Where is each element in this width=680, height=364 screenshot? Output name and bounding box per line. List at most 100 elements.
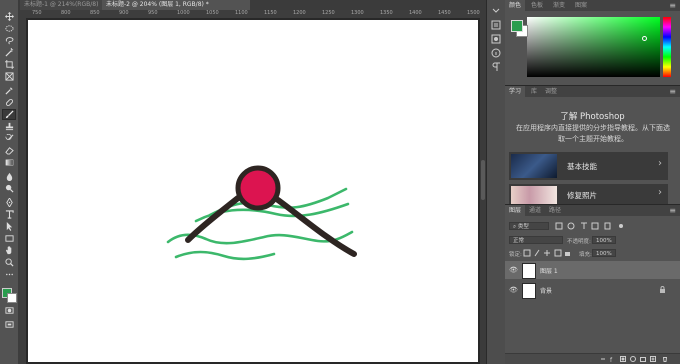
document-tab-label: 未标题-1 @ 214%(RGB/8) [24,1,99,8]
brush-tool-icon[interactable] [2,109,16,120]
tab-libraries[interactable]: 库 [527,86,541,97]
learn-description: 在应用程序内直接提供的分步指导教程。从下面选取一个主题开始教程。 [516,124,670,143]
ruler-tick-label: 1400 [409,10,422,16]
hand-tool-icon[interactable] [3,246,15,255]
new-layer-icon[interactable] [650,356,656,362]
blur-tool-icon[interactable] [3,172,15,181]
healing-brush-tool-icon[interactable] [3,98,15,107]
ruler-tick-label: 800 [61,10,71,16]
tab-channels[interactable]: 通道 [525,205,545,216]
properties-icon[interactable] [491,34,501,44]
filter-label: 类型 [517,224,529,230]
tab-swatches[interactable]: 色板 [527,0,547,11]
document-tab-2[interactable]: 未标题-2 @ 204% (图层 1, RGB/8) * [102,0,250,10]
eyedropper-tool-icon[interactable] [3,86,15,95]
move-tool-icon[interactable] [3,12,15,21]
panel-menu-icon[interactable]: ≡ [669,205,676,216]
document-tab-label: 未标题-2 @ 204% (图层 1, RGB/8) * [106,1,209,8]
ruler-tick-label: 1150 [264,10,277,16]
zoom-tool-icon[interactable] [3,258,15,267]
collapse-panels-icon[interactable] [491,6,501,16]
delete-layer-icon[interactable] [662,356,668,362]
sun-circle [235,165,281,211]
layer-name: 背景 [540,288,553,295]
panel-menu-icon[interactable]: ≡ [669,0,676,11]
hue-slider[interactable] [663,17,671,77]
ruler-tick-label: 1250 [322,10,335,16]
layer-filter-select[interactable]: ⌕ 类型 [509,222,549,230]
tab-label: 色板 [531,2,544,9]
fill-input[interactable]: 100% [592,249,616,257]
chevron-right-icon: › [658,187,662,198]
eye-icon[interactable]: 👁 [509,286,518,294]
ruler-tick-label: 750 [32,10,42,16]
info-icon[interactable] [491,48,501,58]
gradient-tool-icon[interactable] [3,158,15,167]
tab-adjustments[interactable]: 调整 [541,86,561,97]
path-selection-tool-icon[interactable] [3,222,15,231]
adjustment-layer-icon[interactable] [630,356,636,362]
tab-label: 库 [531,88,538,95]
tools-panel [0,0,19,364]
layers-panel-tabs: 图层 通道 路径 ≡ [505,205,680,216]
opacity-label: 不透明度: [567,239,591,245]
card-label: 修复照片 [567,191,597,200]
tab-gradients[interactable]: 渐变 [549,0,569,11]
ruler-tick-label: 1050 [206,10,219,16]
more-tools-icon[interactable] [3,270,15,279]
layer-row-selected[interactable]: 👁 图层 1 [505,261,680,279]
lock-icons[interactable] [523,249,571,257]
card-thumbnail [511,154,557,178]
tab-layers[interactable]: 图层 [505,205,526,216]
quick-mask-icon[interactable] [3,306,15,315]
chevron-right-icon: › [658,158,662,169]
layers-panel: 图层 通道 路径 ≡ ⌕ 类型 正常 不透明度: 100% 锁定: 填充: 10… [505,205,680,364]
history-brush-tool-icon[interactable] [3,134,15,143]
magic-wand-tool-icon[interactable] [3,48,15,57]
history-icon[interactable] [491,20,501,30]
learn-panel: 学习 库 调整 ≡ 了解 Photoshop 在应用程序内直接提供的分步指导教程… [505,86,680,204]
learn-title: 了解 Photoshop [560,112,625,122]
paragraph-icon[interactable] [491,62,501,72]
eraser-tool-icon[interactable] [3,146,15,155]
layer-filter-icons[interactable] [555,222,625,230]
eye-icon[interactable]: 👁 [509,266,518,274]
rectangle-tool-icon[interactable] [3,234,15,243]
color-picker-marker[interactable] [642,36,647,41]
type-tool-icon[interactable] [3,210,15,219]
foreground-color-swatch[interactable] [511,20,523,32]
layer-thumbnail [522,283,536,299]
blend-mode-select[interactable]: 正常 [509,236,563,244]
crop-tool-icon[interactable] [3,60,15,69]
learn-card-basic-skills[interactable]: 基本技能 › [509,152,668,180]
new-group-icon[interactable] [640,356,646,362]
canvas[interactable] [28,20,478,362]
layer-mask-icon[interactable] [620,356,626,362]
layer-style-icon[interactable]: f [610,356,616,362]
panel-menu-icon[interactable]: ≡ [669,86,676,97]
tab-color[interactable]: 颜色 [505,0,526,11]
dodge-tool-icon[interactable] [3,184,15,193]
pen-tool-icon[interactable] [3,198,15,207]
lasso-tool-icon[interactable] [3,36,15,45]
ruler-tick-label: 1300 [351,10,364,16]
tab-label: 通道 [529,207,542,214]
lock-icon [660,286,665,293]
tab-learn[interactable]: 学习 [505,86,526,97]
ruler-tick-label: 1100 [235,10,248,16]
opacity-input[interactable]: 100% [592,236,616,244]
document-tab-1[interactable]: 未标题-1 @ 214%(RGB/8) [20,0,104,10]
layer-row-background[interactable]: 👁 背景 [505,281,680,299]
tab-paths[interactable]: 路径 [545,205,565,216]
tab-patterns[interactable]: 图案 [571,0,591,11]
screen-mode-icon[interactable] [3,320,15,329]
frame-tool-icon[interactable] [3,72,15,81]
saturation-brightness-field[interactable] [527,17,660,77]
tab-label: 图案 [575,2,588,9]
marquee-tool-icon[interactable] [3,24,15,33]
background-color-swatch[interactable] [7,293,17,303]
learn-card-fix-photo[interactable]: 修复照片 › [509,184,668,204]
scrollbar-thumb[interactable] [481,160,485,200]
clone-stamp-tool-icon[interactable] [3,122,15,131]
link-layers-icon[interactable] [600,356,606,362]
